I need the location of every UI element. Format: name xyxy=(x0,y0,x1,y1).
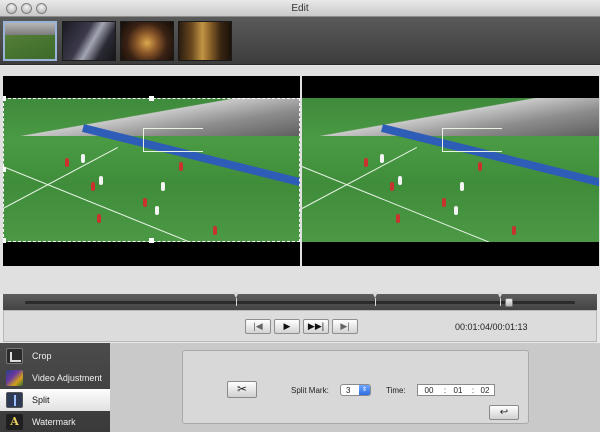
thumbnail-soccer-match[interactable] xyxy=(3,21,57,61)
sidebar-item-label: Crop xyxy=(32,351,52,361)
crop-handle[interactable] xyxy=(149,96,154,101)
time-label: Time: xyxy=(386,386,406,395)
stepper-arrows-icon[interactable]: ⇕ xyxy=(359,385,370,395)
watermark-icon: A xyxy=(6,414,23,430)
undo-split-button[interactable]: ↩ xyxy=(489,405,519,420)
timeline-bar[interactable] xyxy=(3,292,597,310)
sidebar-item-label: Video Adjustment xyxy=(32,373,102,383)
split-mark-stepper[interactable]: 3 ⇕ xyxy=(340,384,371,396)
sidebar-item-split[interactable]: Split xyxy=(0,389,110,411)
edit-function-sidebar: Crop Video Adjustment Split A Watermark xyxy=(0,343,110,432)
split-icon xyxy=(6,392,23,408)
sidebar-item-watermark[interactable]: A Watermark xyxy=(0,411,110,432)
output-preview xyxy=(302,76,599,266)
next-frame-button[interactable]: ▶▶| xyxy=(303,319,329,334)
crop-handle[interactable] xyxy=(149,238,154,243)
split-marker[interactable] xyxy=(496,292,504,306)
thumbnail-curtain-scene[interactable] xyxy=(178,21,232,61)
crop-selection-box[interactable] xyxy=(3,96,300,243)
crop-icon xyxy=(6,348,23,364)
clip-thumbnail-strip xyxy=(0,17,600,65)
transport-controls: |◀ ▶ ▶▶| ▶| 00:01:04/00:01:13 xyxy=(3,310,597,342)
play-button[interactable]: ▶ xyxy=(274,319,300,334)
timecode-display: 00:01:04/00:01:13 xyxy=(455,322,528,332)
window-title: Edit xyxy=(291,3,309,14)
time-seconds-field[interactable]: 02 xyxy=(478,385,492,396)
title-bar: Edit xyxy=(0,0,600,17)
timeline-track[interactable] xyxy=(25,292,575,307)
crop-handle[interactable] xyxy=(3,167,6,172)
thumbnail-concert-stage[interactable] xyxy=(62,21,116,61)
time-minutes-field[interactable]: 01 xyxy=(451,385,465,396)
playhead-handle[interactable] xyxy=(505,298,513,307)
crop-handle[interactable] xyxy=(3,96,6,101)
time-hours-field[interactable]: 00 xyxy=(422,385,436,396)
split-controls-box: ✂ Split Mark: 3 ⇕ Time: 00 : 01 : 02 ↩ xyxy=(182,350,529,424)
sidebar-item-label: Split xyxy=(32,395,50,405)
video-adjustment-icon xyxy=(6,370,23,386)
split-marker[interactable] xyxy=(233,292,240,306)
sidebar-item-video-adjustment[interactable]: Video Adjustment xyxy=(0,367,110,389)
sidebar-item-label: Watermark xyxy=(32,417,76,427)
split-mark-label: Split Mark: xyxy=(291,386,329,395)
previous-frame-button[interactable]: |◀ xyxy=(245,319,271,334)
split-scissor-button[interactable]: ✂ xyxy=(227,381,257,398)
original-preview xyxy=(3,76,300,266)
go-to-end-button[interactable]: ▶| xyxy=(332,319,358,334)
split-settings-panel: ✂ Split Mark: 3 ⇕ Time: 00 : 01 : 02 ↩ xyxy=(110,343,600,432)
sidebar-item-crop[interactable]: Crop xyxy=(0,345,110,367)
time-separator: : xyxy=(443,386,447,395)
thumbnail-performer-closeup[interactable] xyxy=(120,21,174,61)
preview-area xyxy=(0,66,600,294)
crop-handle[interactable] xyxy=(3,238,6,243)
video-frame xyxy=(302,98,599,242)
split-mark-value: 3 xyxy=(346,386,351,395)
split-time-field[interactable]: 00 : 01 : 02 xyxy=(417,384,495,396)
split-marker[interactable] xyxy=(371,292,379,306)
